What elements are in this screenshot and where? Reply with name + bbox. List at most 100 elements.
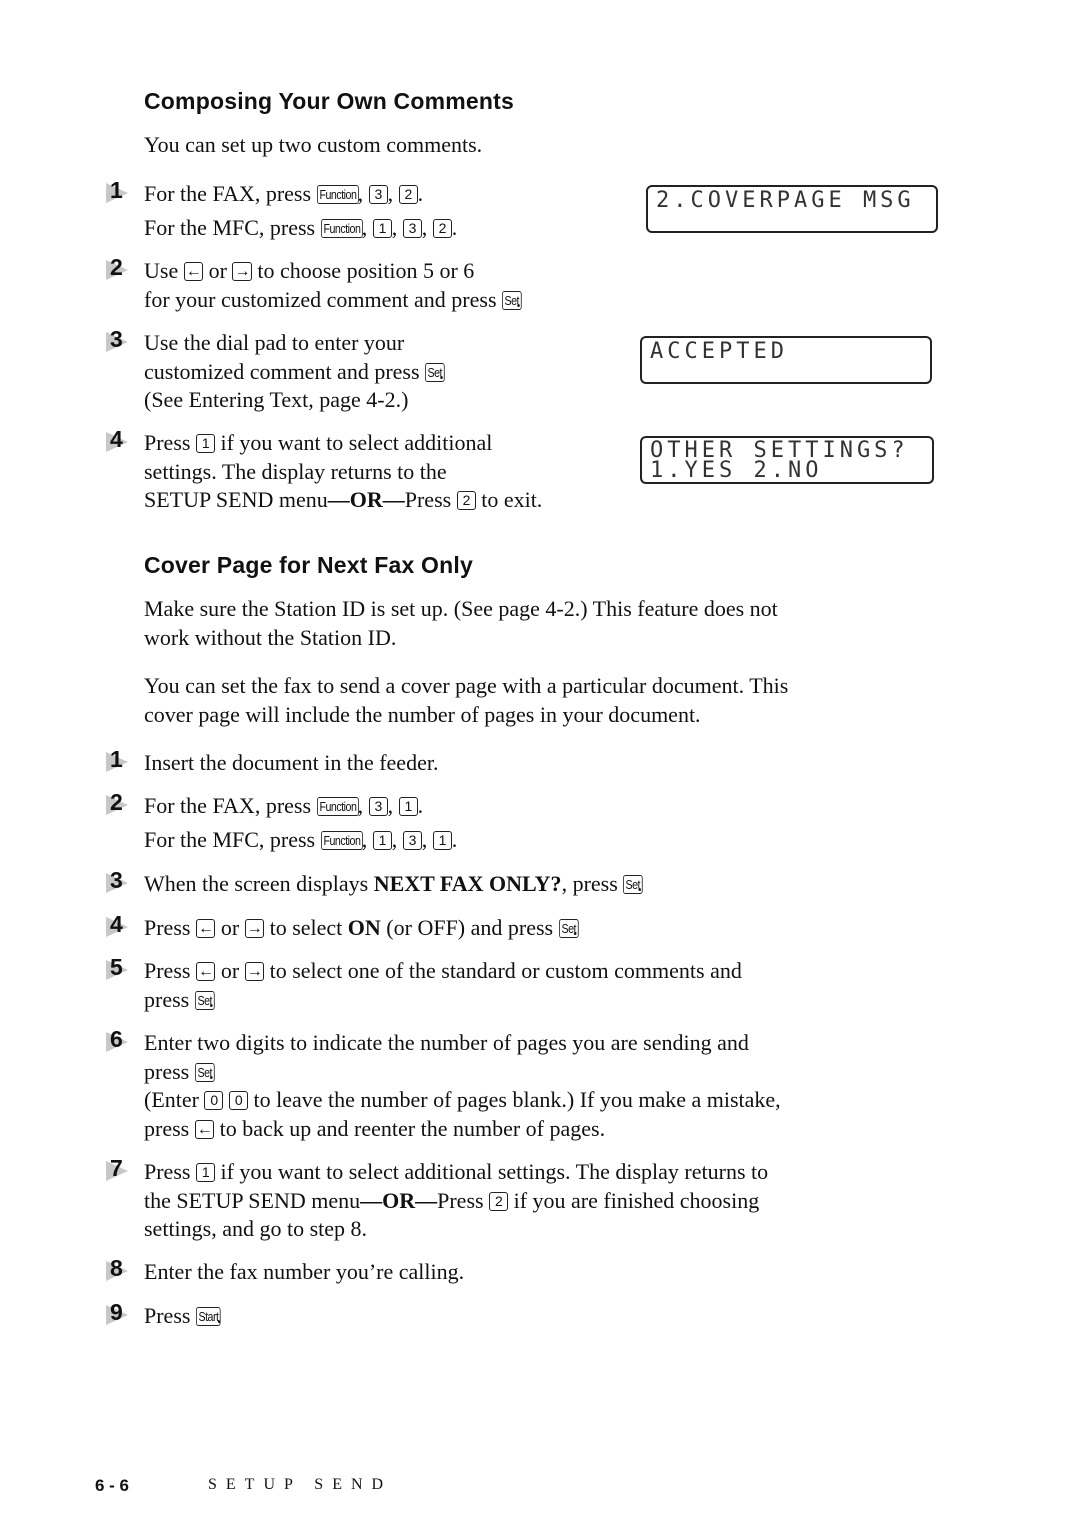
step-line: customized comment and press Set. bbox=[144, 358, 445, 387]
step-line: Use the dial pad to enter your bbox=[144, 329, 444, 358]
text: , bbox=[387, 181, 399, 206]
step-number: 3 bbox=[110, 326, 123, 352]
function-key: Function bbox=[316, 185, 359, 204]
text: to back up and reenter the number of pag… bbox=[214, 1115, 606, 1141]
step-line: settings, and go to step 8. bbox=[144, 1215, 768, 1244]
set-key: Set bbox=[194, 990, 215, 1010]
step-number-badge: 7 bbox=[104, 1155, 134, 1184]
text: Press bbox=[144, 1303, 196, 1328]
text: For the MFC, press bbox=[144, 827, 321, 852]
text: . bbox=[417, 181, 424, 206]
text: (or OFF) and press bbox=[380, 915, 559, 940]
step-line: Enter two digits to indicate the number … bbox=[144, 1029, 781, 1058]
step-text: Press ← or → to select ON (or OFF) and p… bbox=[144, 914, 579, 943]
text: the SETUP SEND menu bbox=[144, 1187, 361, 1213]
text: if you want to select additional bbox=[214, 430, 493, 455]
chapter-title: SETUP SEND bbox=[208, 1476, 393, 1493]
step-number: 5 bbox=[110, 954, 123, 980]
text: if you are finished choosing bbox=[508, 1187, 760, 1213]
text: press bbox=[144, 1058, 195, 1084]
text: Use bbox=[144, 258, 184, 283]
3-key: 3 bbox=[368, 797, 388, 816]
step-line: press ← to back up and reenter the numbe… bbox=[144, 1115, 781, 1144]
3-key: 3 bbox=[368, 185, 388, 204]
step-text: Press ← or → to select one of the standa… bbox=[144, 957, 742, 1014]
1-key: 1 bbox=[195, 434, 215, 453]
step-line: When the screen displays NEXT FAX ONLY?,… bbox=[144, 870, 643, 899]
step-line: Press 1 if you want to select additional bbox=[144, 429, 542, 458]
lcd-display-other-settings: OTHER SETTINGS? 1.YES 2.NO bbox=[640, 436, 934, 484]
step-number-badge: 5 bbox=[104, 954, 134, 983]
step-number: 4 bbox=[110, 426, 123, 452]
step-line: Press ← or → to select ON (or OFF) and p… bbox=[144, 914, 579, 943]
text: to choose position 5 or 6 bbox=[251, 258, 475, 283]
step-line: Press Start. bbox=[144, 1302, 222, 1331]
right-arrow-key-icon: → bbox=[244, 919, 265, 938]
0-key: 0 bbox=[204, 1091, 224, 1110]
section-heading-cover-page-next-fax: Cover Page for Next Fax Only bbox=[144, 552, 473, 578]
step-line: For the MFC, press Function, 1, 3, 1. bbox=[144, 826, 457, 860]
text: Press bbox=[437, 1187, 490, 1213]
lcd-display-coverpage-msg: 2.COVERPAGE MSG bbox=[646, 185, 938, 233]
text: press bbox=[144, 986, 195, 1012]
step-line: the SETUP SEND menu—OR—Press 2 if you ar… bbox=[144, 1187, 768, 1216]
bold-text: ON bbox=[347, 915, 381, 940]
text: or bbox=[203, 258, 233, 283]
1-key: 1 bbox=[372, 831, 392, 850]
page-number: 6 - 6 bbox=[95, 1476, 130, 1495]
step-text: Use ← or → to choose position 5 or 6 for … bbox=[144, 257, 522, 315]
lcd-display-accepted: ACCEPTED bbox=[640, 336, 932, 384]
text: , bbox=[391, 827, 403, 852]
3-key: 3 bbox=[402, 219, 422, 238]
step-line: Use ← or → to choose position 5 or 6 bbox=[144, 257, 521, 286]
step-line: Enter the fax number you’re calling. bbox=[144, 1258, 464, 1287]
text: , press bbox=[561, 871, 624, 896]
set-key: Set bbox=[502, 290, 522, 310]
step-number: 7 bbox=[110, 1155, 123, 1181]
step-number: 2 bbox=[110, 254, 123, 280]
text: Enter the fax number you’re calling. bbox=[144, 1259, 465, 1284]
text: (See Entering Text, page 4-2.) bbox=[144, 387, 409, 412]
step-number-badge: 2 bbox=[104, 254, 134, 283]
2-key: 2 bbox=[456, 491, 476, 510]
step-number-badge: 1 bbox=[104, 746, 134, 775]
step-text: Press 1 if you want to select additional… bbox=[144, 1158, 768, 1244]
text: , bbox=[391, 215, 403, 240]
text: . bbox=[451, 215, 458, 240]
text: for your customized comment and press bbox=[144, 286, 503, 312]
step-line: for your customized comment and press Se… bbox=[144, 286, 522, 315]
text: For the MFC, press bbox=[144, 215, 321, 240]
set-key: Set bbox=[194, 1062, 215, 1082]
text: SETUP SEND menu bbox=[144, 487, 328, 512]
text: Press bbox=[144, 1159, 196, 1184]
start-key: Start bbox=[195, 1307, 221, 1326]
step-number: 2 bbox=[110, 789, 123, 815]
text: or bbox=[215, 958, 245, 983]
text: to select bbox=[264, 915, 348, 940]
step-number-badge: 6 bbox=[104, 1026, 134, 1055]
step-number-badge: 4 bbox=[104, 426, 134, 455]
bold-text: NEXT FAX ONLY? bbox=[373, 871, 562, 896]
step-text: Enter two digits to indicate the number … bbox=[144, 1029, 781, 1143]
step-number: 6 bbox=[110, 1026, 123, 1052]
step-number: 1 bbox=[110, 177, 123, 203]
step-number-badge: 3 bbox=[104, 867, 134, 896]
step-number: 3 bbox=[110, 867, 123, 893]
text: . bbox=[417, 793, 424, 818]
set-key: Set bbox=[623, 875, 643, 894]
text: For the FAX, press bbox=[144, 793, 317, 818]
1-key: 1 bbox=[195, 1163, 215, 1182]
text: to exit. bbox=[475, 487, 543, 512]
set-key: Set bbox=[558, 919, 579, 938]
2-key: 2 bbox=[398, 185, 418, 204]
step-text: For the FAX, press Function, 3, 1. For th… bbox=[144, 792, 457, 860]
text: Press bbox=[144, 430, 196, 455]
1-key: 1 bbox=[398, 797, 418, 816]
step-number-badge: 2 bbox=[104, 789, 134, 818]
step-text: When the screen displays NEXT FAX ONLY?,… bbox=[144, 870, 643, 899]
step-line: press Set. bbox=[144, 1058, 781, 1087]
text: , bbox=[387, 793, 399, 818]
step-line: (See Entering Text, page 4-2.) bbox=[144, 386, 444, 415]
left-arrow-key-icon: ← bbox=[194, 1119, 215, 1139]
step-text: Press 1 if you want to select additional… bbox=[144, 429, 542, 515]
